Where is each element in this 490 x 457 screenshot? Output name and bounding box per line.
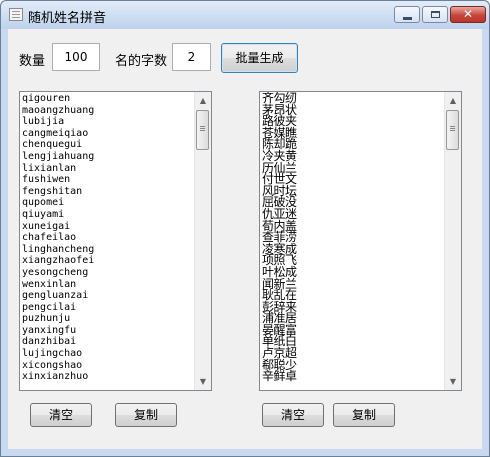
close-icon: ✕ bbox=[462, 7, 474, 21]
list-item[interactable]: yesongcheng bbox=[22, 267, 192, 279]
pinyin-list: qigouren maoangzhuang lubijia cangmeiqiao ch… bbox=[22, 93, 192, 383]
scroll-thumb[interactable] bbox=[446, 110, 459, 150]
title-bar[interactable]: 随机姓名拼音 ✕ bbox=[1, 1, 489, 29]
scroll-down-arrow-icon[interactable]: ▼ bbox=[195, 373, 211, 390]
list-item[interactable]: xicongshao bbox=[22, 360, 192, 372]
count-input[interactable]: 100 bbox=[52, 43, 100, 71]
list-item[interactable]: fengshitan bbox=[22, 186, 192, 198]
maximize-icon bbox=[431, 11, 440, 18]
scroll-thumb[interactable] bbox=[196, 110, 209, 150]
left-clear-button[interactable]: 清空 bbox=[30, 403, 92, 427]
name-chars-label: 名的字数 bbox=[115, 54, 168, 69]
maximize-button[interactable] bbox=[422, 6, 448, 23]
list-item[interactable]: fushiwen bbox=[22, 174, 192, 186]
window-title: 随机姓名拼音 bbox=[28, 11, 107, 26]
list-item[interactable]: qigouren bbox=[22, 93, 192, 105]
list-item[interactable]: lengjiahuang bbox=[22, 151, 192, 163]
list-item[interactable]: lixianlan bbox=[22, 163, 192, 175]
left-copy-button[interactable]: 复制 bbox=[115, 403, 177, 427]
app-icon bbox=[9, 8, 23, 21]
list-item[interactable]: wenxinlan bbox=[22, 279, 192, 291]
pinyin-scrollbar[interactable]: ▲ ▼ bbox=[194, 92, 211, 390]
name-chars-input[interactable]: 2 bbox=[172, 43, 211, 71]
minimize-icon bbox=[403, 17, 412, 20]
client-area: 数量 100 名的字数 2 批量生成 qigouren maoangzhuang l… bbox=[8, 29, 482, 449]
minimize-button[interactable] bbox=[394, 6, 420, 23]
list-item[interactable]: puzhunju bbox=[22, 313, 192, 325]
chinese-name-list: 齐勾纫 茅昂状 路彼夹 苍媒瞧 陈却跪 冷夹黄 历仙兰 付世文 风时坛 屈破没 仇亚迷 荀内盖 查菲涝凌… bbox=[262, 92, 442, 383]
scroll-up-arrow-icon[interactable]: ▲ bbox=[445, 92, 461, 109]
list-item[interactable]: maoangzhuang bbox=[22, 105, 192, 117]
scroll-up-arrow-icon[interactable]: ▲ bbox=[195, 92, 211, 109]
list-item[interactable]: yanxingfu bbox=[22, 325, 192, 337]
scroll-down-arrow-icon[interactable]: ▼ bbox=[445, 373, 461, 390]
right-clear-button[interactable]: 清空 bbox=[262, 403, 324, 427]
list-item[interactable]: qiuyami bbox=[22, 209, 192, 221]
list-item[interactable]: qupomei bbox=[22, 197, 192, 209]
chinese-name-listbox[interactable]: 齐勾纫 茅昂状 路彼夹 苍媒瞧 陈却跪 冷夹黄 历仙兰 付世文 风时坛 屈破没 仇亚迷 荀内盖 查菲涝凌… bbox=[259, 91, 462, 391]
right-copy-button[interactable]: 复制 bbox=[333, 403, 395, 427]
generate-button[interactable]: 批量生成 bbox=[221, 43, 298, 73]
list-item[interactable]: lujingchao bbox=[22, 348, 192, 360]
list-item[interactable]: chenquegui bbox=[22, 139, 192, 151]
list-item[interactable]: xuneigai bbox=[22, 221, 192, 233]
chinese-scrollbar[interactable]: ▲ ▼ bbox=[444, 92, 461, 390]
list-item[interactable]: linghancheng bbox=[22, 244, 192, 256]
pinyin-listbox[interactable]: qigouren maoangzhuang lubijia cangmeiqiao ch… bbox=[19, 91, 212, 391]
list-item[interactable]: 辛鲜卓 bbox=[262, 370, 442, 383]
list-item[interactable]: pengcilai bbox=[22, 302, 192, 314]
close-button[interactable]: ✕ bbox=[450, 6, 486, 23]
list-item[interactable]: lubijia bbox=[22, 116, 192, 128]
list-item[interactable]: gengluanzai bbox=[22, 290, 192, 302]
app-window: 随机姓名拼音 ✕ 数量 100 名的字数 2 批量生成 qigouren maoa… bbox=[0, 0, 490, 457]
list-item[interactable]: cangmeiqiao bbox=[22, 128, 192, 140]
list-item[interactable]: danzhibai bbox=[22, 336, 192, 348]
list-item[interactable]: xiangzhaofei bbox=[22, 255, 192, 267]
list-item[interactable]: xinxianzhuo bbox=[22, 371, 192, 383]
count-label: 数量 bbox=[19, 54, 46, 69]
list-item[interactable]: chafeilao bbox=[22, 232, 192, 244]
